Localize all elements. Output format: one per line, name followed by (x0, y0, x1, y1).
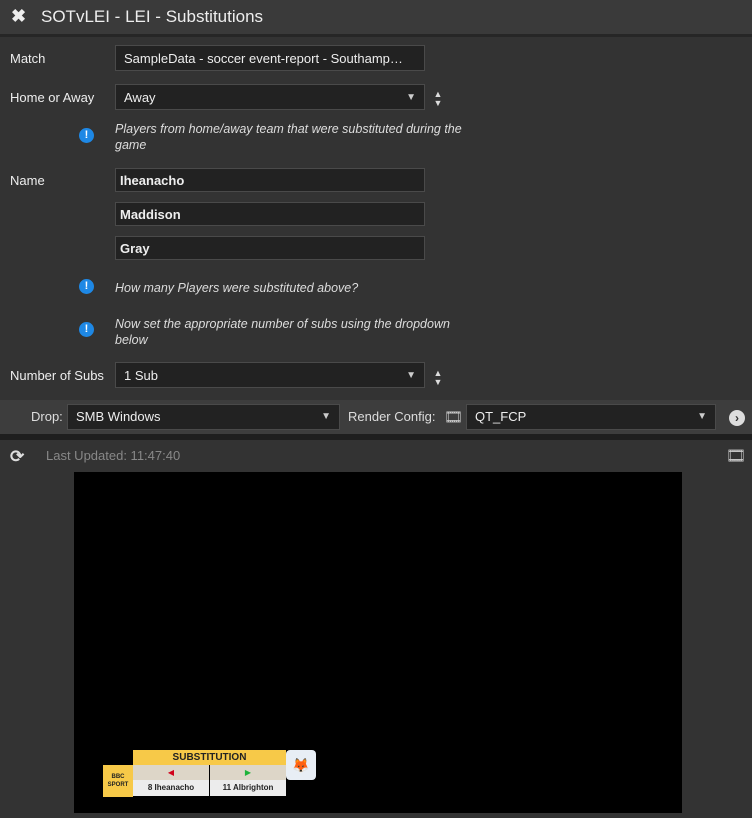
caret-down-icon: ▼ (321, 411, 331, 422)
on-arrow-icon: ▶ (210, 765, 286, 780)
info-icon: ! (79, 128, 94, 143)
name-input-1[interactable]: Iheanacho (115, 168, 425, 192)
home-away-label: Home or Away (10, 90, 95, 105)
player-off: 8 Iheanacho (133, 780, 209, 796)
home-away-stepper[interactable]: ▲ ▼ (432, 90, 444, 108)
window-title: SOTvLEI - LEI - Substitutions (41, 7, 264, 26)
name-input-3[interactable]: Gray (115, 236, 425, 260)
player-on: 11 Albrighton (210, 780, 286, 796)
match-label: Match (10, 51, 46, 66)
caret-down-icon: ▼ (406, 92, 416, 103)
close-icon[interactable]: ✖ (11, 6, 26, 27)
film-icon[interactable]: 🎞 (726, 446, 746, 466)
last-updated: Last Updated: 11:47:40 (46, 448, 181, 463)
drop-value: SMB Windows (76, 409, 161, 424)
note-set-subs: Now set the appropriate number of subs u… (115, 317, 450, 347)
note-substituted: Players from home/away team that were su… (115, 122, 462, 152)
drop-label: Drop: (31, 409, 63, 424)
refresh-icon[interactable]: ⟳ (10, 447, 24, 467)
home-away-select[interactable]: Away ▼ (115, 84, 425, 110)
off-arrow-icon: ◀ (133, 765, 209, 780)
drop-select[interactable]: SMB Windows ▼ (67, 404, 340, 430)
name-label: Name (10, 173, 45, 188)
subs-value: 1 Sub (124, 368, 158, 383)
substitution-header: SUBSTITUTION (133, 750, 286, 765)
home-away-value: Away (124, 90, 156, 105)
subs-select[interactable]: 1 Sub ▼ (115, 362, 425, 388)
caret-down-icon: ▼ (697, 411, 707, 422)
caret-down-icon: ▼ (406, 370, 416, 381)
info-icon: ! (79, 322, 94, 337)
render-config-select[interactable]: QT_FCP ▼ (466, 404, 716, 430)
match-input[interactable]: SampleData - soccer event-report - South… (115, 45, 425, 71)
video-preview: BBC SPORT SUBSTITUTION 🦊 ◀ ▶ 8 Iheanacho … (74, 472, 682, 813)
note-how-many: How many Players were substituted above? (115, 281, 359, 295)
info-icon: ! (79, 279, 94, 294)
chevron-right-icon[interactable]: › (729, 410, 745, 426)
subs-label: Number of Subs (10, 368, 104, 383)
title-bar: ✖ SOTvLEI - LEI - Substitutions (0, 0, 752, 37)
name-input-2[interactable]: Maddison (115, 202, 425, 226)
render-config-label: Render Config: (348, 409, 436, 424)
film-icon: 🎞 (444, 409, 464, 426)
toolbar: Drop: SMB Windows ▼ Render Config: 🎞 QT_F… (0, 400, 752, 440)
subs-stepper[interactable]: ▲ ▼ (432, 369, 444, 387)
render-config-value: QT_FCP (475, 409, 527, 424)
team-crest: 🦊 (286, 750, 316, 780)
bbc-sport-logo: BBC SPORT (103, 765, 133, 797)
